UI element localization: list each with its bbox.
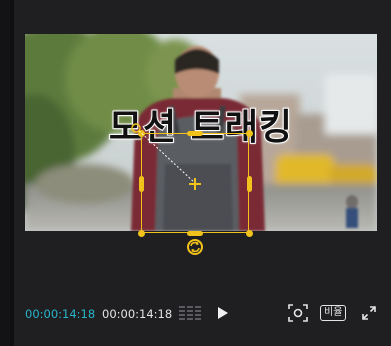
play-icon[interactable] [214,305,230,321]
aspect-ratio-button[interactable]: 비율 [320,305,347,321]
fit-to-screen-icon[interactable] [288,304,308,322]
grid-icon[interactable] [178,304,202,322]
fullscreen-icon[interactable] [361,305,377,321]
rotate-icon[interactable] [186,238,204,256]
total-timecode: 00:00:14:18 [102,307,173,321]
current-timecode: 00:00:14:18 [25,307,96,321]
tracking-line [131,123,196,184]
crosshair-icon [189,178,201,190]
